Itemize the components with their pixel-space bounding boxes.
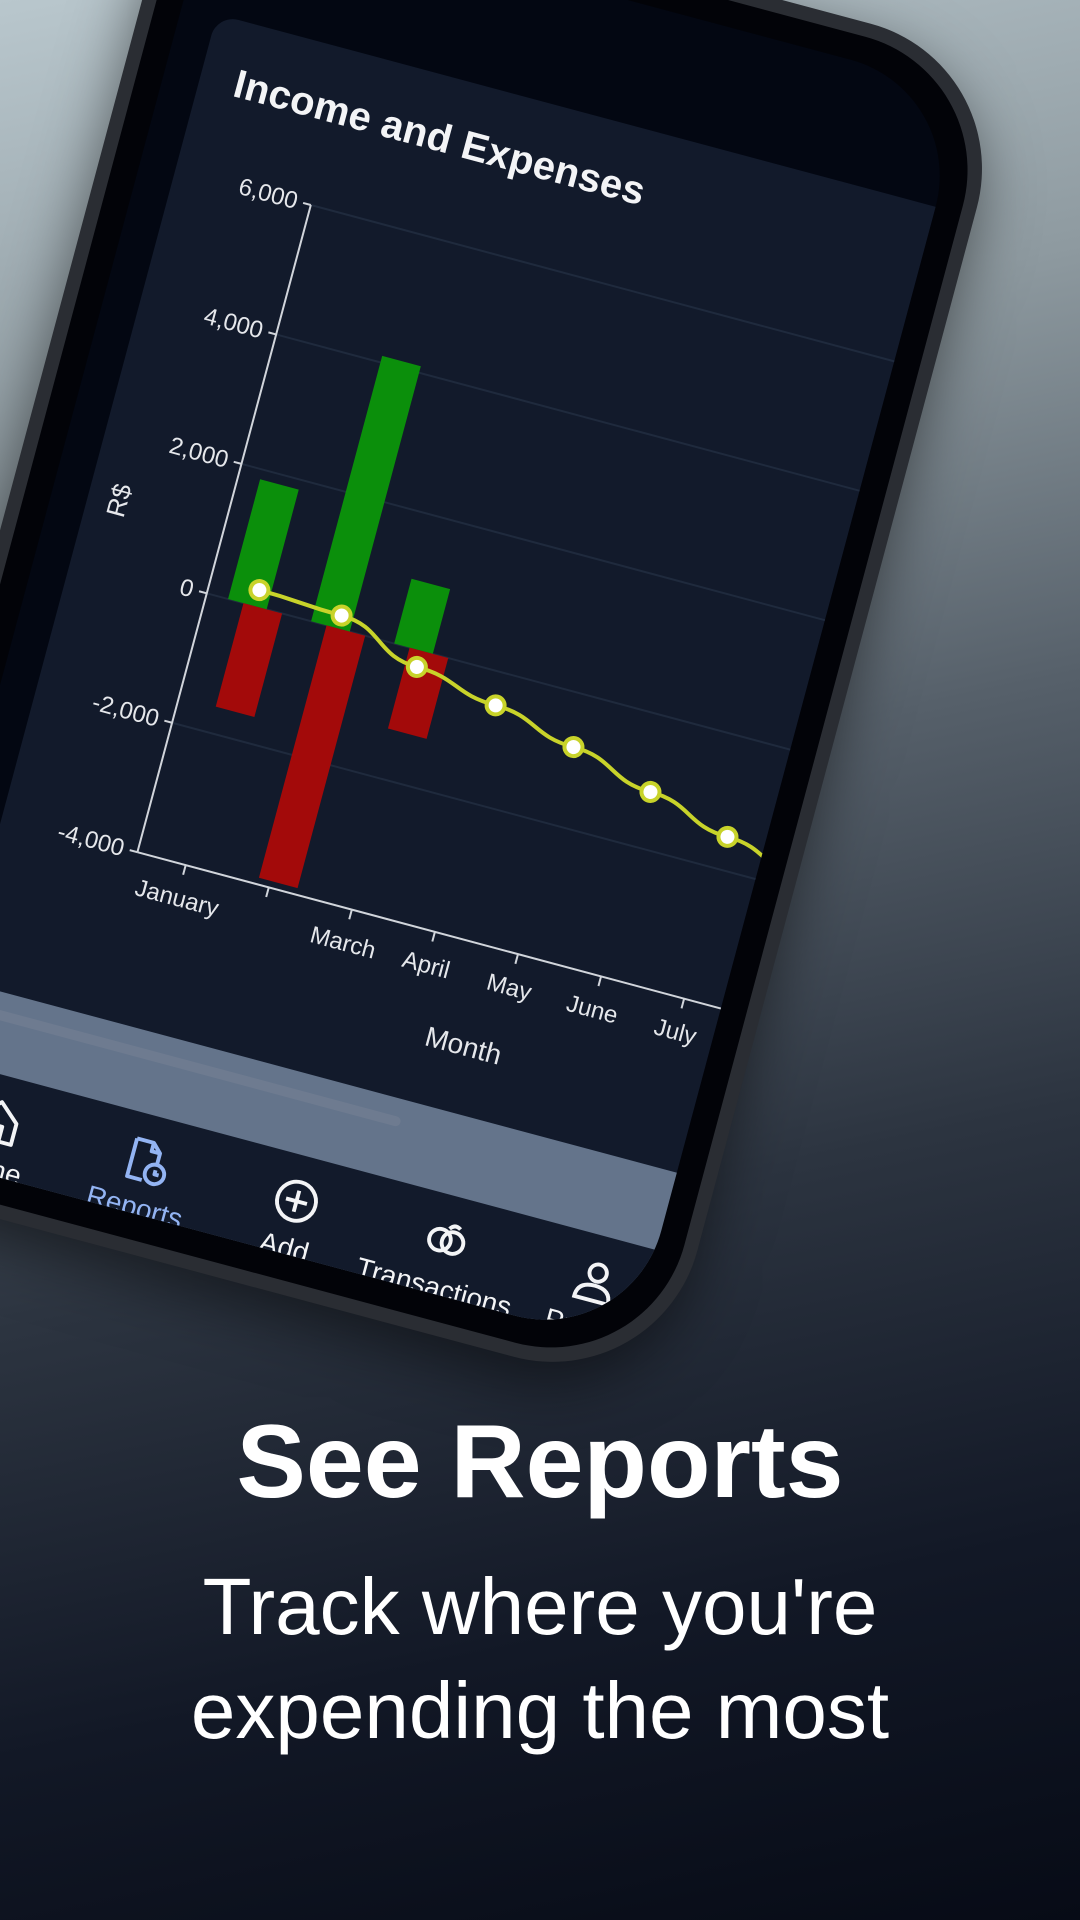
x-tick-label-6: July: [651, 1013, 699, 1050]
phone-screen: -4,000 -2,000 0 2,000 4,000 6,000 January March…: [0, 0, 967, 1347]
promo-headline: See Reports: [236, 1404, 844, 1520]
y-tick-mark-0: [129, 849, 138, 854]
x-tick-label-3: April: [399, 946, 452, 985]
promo-subline-line-2: expending the most: [190, 1666, 890, 1756]
x-tick-label-7: Augu: [728, 1034, 789, 1075]
y-tick-mark-5: [302, 201, 312, 206]
nav-reports-label: Reports: [83, 1179, 186, 1235]
x-tick-mark-7: [763, 1020, 769, 1031]
income-expenses-chart: -4,000 -2,000 0 2,000 4,000 6,000 January March…: [55, 173, 939, 1075]
grid-line-5: [310, 204, 939, 375]
y-tick-label-5: 6,000: [236, 173, 301, 215]
expense-bar-1: [258, 625, 366, 889]
balance-point-0: [248, 579, 271, 602]
balance-point-6: [716, 825, 739, 848]
x-tick-mark-3: [431, 931, 436, 942]
nav-profile[interactable]: Profile: [488, 1238, 670, 1347]
expense-bar-0: [215, 603, 283, 718]
x-tick-mark-5: [597, 976, 603, 987]
phone-frame: -4,000 -2,000 0 2,000 4,000 6,000 January March…: [0, 0, 1016, 1396]
add-circle-icon: [275, 1179, 318, 1223]
y-tick-label-3: 2,000: [166, 432, 231, 474]
transactions-icon: [427, 1224, 466, 1256]
y-tick-mark-4: [268, 331, 277, 336]
y-tick-label-2: 0: [177, 574, 197, 604]
y-tick-label-0: -4,000: [55, 818, 128, 862]
nav-add[interactable]: Add: [189, 1158, 371, 1347]
profile-icon: [571, 1262, 611, 1308]
income-bar-2: [394, 578, 451, 654]
x-tick-label-4: May: [484, 969, 535, 1007]
income-bar-1: [311, 355, 421, 632]
x-tick-mark-1: [265, 887, 270, 898]
balance-point-2: [405, 655, 428, 678]
y-axis-title: R$: [100, 480, 138, 520]
nav-transactions[interactable]: Transactions: [339, 1198, 521, 1346]
x-tick-label-0: January: [132, 874, 221, 922]
nav-home[interactable]: Home: [0, 1078, 71, 1288]
y-tick-mark-1: [164, 719, 173, 724]
x-tick-mark-6: [680, 998, 686, 1009]
y-tick-label-1: -2,000: [89, 689, 162, 733]
x-tick-mark-2: [348, 909, 353, 920]
balance-point-7: [793, 870, 816, 893]
phone-bezel: -4,000 -2,000 0 2,000 4,000 6,000 January March…: [0, 0, 999, 1379]
x-tick-label-5: June: [563, 990, 620, 1030]
x-axis-title: Month: [422, 1021, 505, 1071]
nav-reports[interactable]: Reports: [39, 1118, 221, 1328]
income-expenses-card: -4,000 -2,000 0 2,000 4,000 6,000 January March…: [0, 14, 967, 1195]
nav-add-label: Add: [256, 1225, 313, 1269]
promo-caption: See Reports Track where you're expending…: [0, 1405, 1080, 1763]
y-tick-mark-2: [198, 590, 208, 595]
x-tick-mark-4: [514, 953, 519, 965]
promo-subline-line-1: Track where you're: [202, 1562, 878, 1652]
y-tick-mark-3: [233, 460, 242, 465]
reports-icon: [125, 1136, 167, 1187]
balance-point-1: [330, 604, 353, 627]
promo-subline: Track where you're expending the most: [0, 1555, 1080, 1763]
y-tick-label-4: 4,000: [201, 303, 266, 345]
home-icon: [0, 1100, 19, 1147]
x-axis-line: [137, 851, 766, 1022]
balance-point-5: [639, 780, 662, 803]
balance-point-4: [562, 736, 585, 759]
x-tick-label-2: March: [307, 921, 378, 964]
balance-point-3: [484, 694, 507, 717]
chart-labels: -4,000 -2,000 0 2,000 4,000 6,000 January March…: [55, 173, 789, 1075]
x-tick-mark-0: [182, 864, 187, 876]
